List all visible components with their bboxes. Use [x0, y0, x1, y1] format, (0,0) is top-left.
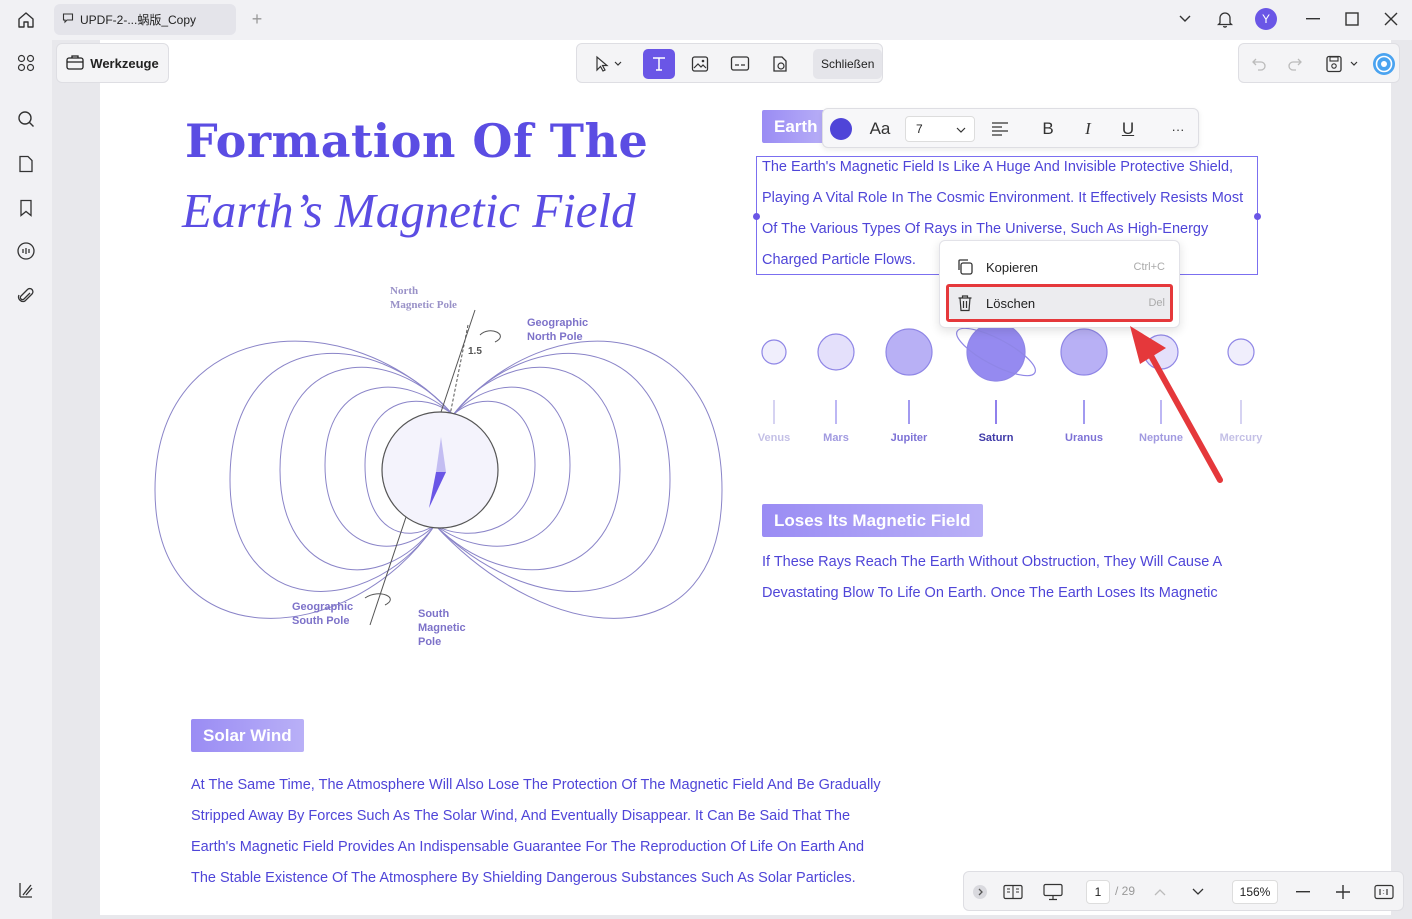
undo-icon[interactable] — [1247, 49, 1271, 79]
close-edit-button[interactable]: Schließen — [813, 49, 883, 79]
tools-button-label: Werkzeuge — [90, 55, 159, 71]
select-tool-button[interactable] — [585, 49, 633, 79]
solar-wind-badge[interactable]: Solar Wind — [191, 719, 304, 752]
attachment-icon[interactable] — [14, 284, 38, 308]
chevron-down-icon[interactable] — [1176, 8, 1194, 30]
text-format-toolbar: Aa 7 B I U ··· — [822, 108, 1199, 148]
user-avatar[interactable]: Y — [1254, 8, 1278, 30]
save-button[interactable] — [1321, 49, 1365, 79]
copy-shortcut: Ctrl+C — [1133, 261, 1165, 273]
minimize-icon[interactable] — [1303, 8, 1323, 30]
collapse-bar-icon[interactable] — [970, 880, 990, 904]
solar-wind-paragraph[interactable]: At The Same Time, The Atmosphere Will Al… — [191, 770, 881, 894]
thumbnails-icon[interactable] — [14, 51, 38, 75]
underline-button[interactable]: U — [1115, 115, 1141, 143]
chevron-down-icon — [956, 123, 966, 137]
right-toolbar — [1238, 43, 1400, 83]
document-tab[interactable]: UPDF-2-...蜗版_Copy — [54, 4, 236, 35]
font-size-value: 7 — [916, 122, 923, 136]
tilt-angle-label: 1.5 — [468, 346, 482, 357]
delete-highlight-box — [946, 284, 1173, 322]
next-page-icon[interactable] — [1188, 880, 1208, 904]
text-edit-tool-button[interactable] — [643, 49, 675, 79]
copy-label: Kopieren — [986, 259, 1039, 275]
current-page-input[interactable]: 1 — [1086, 880, 1110, 904]
add-tab-button[interactable]: + — [248, 9, 266, 29]
comment-icon — [62, 12, 74, 27]
home-icon[interactable] — [12, 8, 40, 32]
copy-icon — [954, 256, 976, 278]
planet-label-mars: Mars — [823, 432, 849, 444]
watermark-tool-button[interactable] — [765, 49, 795, 79]
page-title-line2: Earth’s Magnetic Field — [182, 183, 636, 238]
page-layout-icon[interactable] — [1000, 880, 1026, 904]
red-pointer-arrow — [1120, 322, 1230, 487]
zoom-out-icon[interactable] — [1292, 880, 1314, 904]
south-magnetic-pole-label: South Magnetic Pole — [418, 608, 466, 648]
planet-label-jupiter: Jupiter — [890, 432, 928, 444]
copy-menu-item[interactable]: Kopieren Ctrl+C — [948, 251, 1173, 283]
loses-magnetic-field-badge[interactable]: Loses Its Magnetic Field — [762, 504, 983, 537]
image-tool-button[interactable] — [685, 49, 715, 79]
planet-label-venus: Venus — [757, 432, 791, 444]
ai-assistant-icon[interactable] — [1371, 49, 1397, 79]
notification-bell-icon[interactable] — [1215, 8, 1235, 30]
tools-button[interactable]: Werkzeuge — [56, 43, 169, 83]
font-family-button[interactable]: Aa — [865, 115, 895, 143]
page-title-line1: Formation Of The — [185, 114, 649, 168]
link-tool-button[interactable] — [725, 49, 755, 79]
actual-size-icon[interactable] — [1372, 880, 1396, 904]
toolbox-icon — [66, 54, 84, 73]
presentation-icon[interactable] — [1040, 880, 1066, 904]
total-pages-label: / 29 — [1115, 884, 1136, 898]
resize-handle-left[interactable] — [753, 213, 760, 220]
resize-handle-right[interactable] — [1254, 213, 1261, 220]
zoom-in-icon[interactable] — [1332, 880, 1354, 904]
magnetic-field-diagram: North Magnetic Pole Geographic North Pol… — [150, 280, 730, 660]
loses-field-paragraph[interactable]: If These Rays Reach The Earth Without Ob… — [762, 547, 1222, 609]
zoom-level-select[interactable]: 156% — [1232, 880, 1278, 904]
layers-icon[interactable] — [14, 878, 38, 902]
search-icon[interactable] — [14, 107, 38, 131]
bookmark-icon[interactable] — [14, 196, 38, 220]
bottom-status-bar: 1 / 29 156% — [963, 871, 1404, 911]
pages-icon[interactable] — [14, 152, 38, 176]
font-size-select[interactable]: 7 — [905, 116, 975, 142]
planet-label-saturn: Saturn — [978, 432, 1014, 444]
more-options-button[interactable]: ··· — [1165, 115, 1191, 143]
title-bar: UPDF-2-...蜗版_Copy + Y — [0, 0, 1412, 40]
earth-heading-badge[interactable]: Earth — [762, 110, 830, 143]
close-window-icon[interactable] — [1381, 8, 1401, 30]
bold-button[interactable]: B — [1035, 115, 1061, 143]
north-magnetic-pole-label: North Magnetic Pole — [390, 285, 457, 311]
planet-label-uranus: Uranus — [1065, 432, 1103, 444]
field-lines-graphic — [154, 309, 723, 626]
text-color-picker[interactable] — [827, 115, 855, 143]
redo-icon[interactable] — [1283, 49, 1307, 79]
edit-toolbar: Schließen — [576, 43, 883, 83]
align-left-icon[interactable] — [987, 115, 1013, 143]
comments-icon[interactable] — [14, 239, 38, 263]
maximize-icon[interactable] — [1342, 8, 1362, 30]
document-tab-title: UPDF-2-...蜗版_Copy — [80, 13, 197, 27]
geographic-north-pole-label: Geographic North Pole — [527, 317, 589, 343]
previous-page-icon[interactable] — [1150, 880, 1170, 904]
left-sidebar — [0, 40, 52, 919]
geographic-south-pole-label: Geographic South Pole — [292, 601, 354, 627]
italic-button[interactable]: I — [1075, 115, 1101, 143]
